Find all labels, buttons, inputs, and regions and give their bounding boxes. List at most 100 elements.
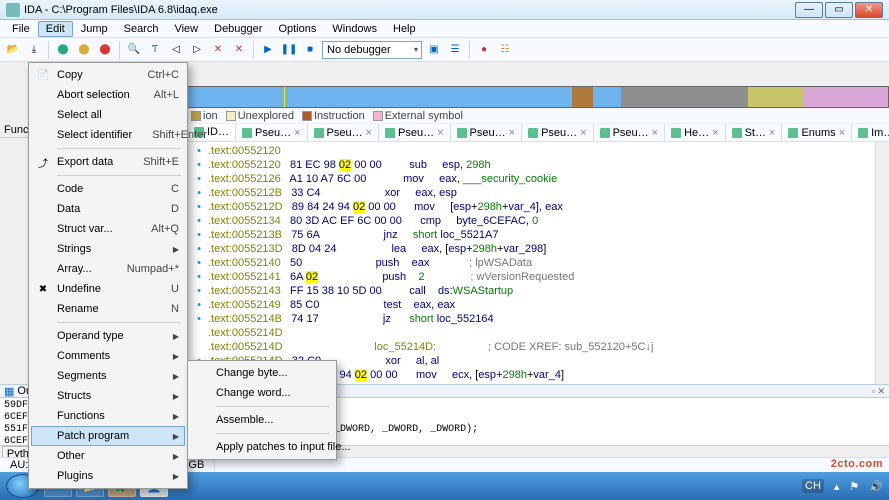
menu-debugger[interactable]: Debugger [206, 21, 270, 37]
output-close-icon[interactable]: ▫ ✕ [872, 386, 885, 397]
tab-9[interactable]: Enums× [782, 124, 852, 142]
edit-menu-export-data[interactable]: ⤴Export dataShift+E [31, 152, 185, 172]
zoom-icon[interactable]: 🔍 [125, 41, 143, 59]
tray-chevron-icon[interactable]: ▴ [834, 480, 840, 493]
pause-icon[interactable]: ❚❚ [280, 41, 298, 59]
disasm-line[interactable]: •.text:00552140 50 push eax ; lpWSAData [190, 256, 889, 270]
tab-close-icon[interactable]: × [366, 127, 372, 139]
menu-view[interactable]: View [166, 21, 206, 37]
disasm-line[interactable]: •.text:00552134 80 3D AC EF 6C 00 00 cmp… [190, 214, 889, 228]
run-icon[interactable]: ⬤ [54, 41, 72, 59]
patch-program-submenu: Change byte...Change word... Assemble... A… [187, 360, 337, 460]
save-icon[interactable]: ⤓ [25, 41, 43, 59]
tab-1[interactable]: Pseu…× [236, 124, 308, 142]
disasm-line[interactable]: •.text:0055212D 89 84 24 94 02 00 00 mov… [190, 200, 889, 214]
edit-menu-other[interactable]: Other▶ [31, 446, 185, 466]
menu-edit[interactable]: Edit [38, 21, 73, 37]
tab-close-icon[interactable]: × [509, 127, 515, 139]
tray-flag-icon[interactable]: ⚑ [849, 480, 859, 493]
disasm-line[interactable]: •.text:0055213B 75 6A jnz short loc_5521… [190, 228, 889, 242]
text-icon[interactable]: Ƭ [146, 41, 164, 59]
menu-help[interactable]: Help [385, 21, 424, 37]
edit-menu-abort-selection[interactable]: Abort selectionAlt+L [31, 85, 185, 105]
disasm-line[interactable]: •.text:0055213D 8D 04 24 lea eax, [esp+2… [190, 242, 889, 256]
nav-band[interactable] [185, 86, 889, 108]
thread-icon[interactable]: ☰ [446, 41, 464, 59]
disasm-line[interactable]: •.text:00552143 FF 15 38 10 5D 00 call d… [190, 284, 889, 298]
disasm-line[interactable]: •.text:00552126 A1 10 A7 6C 00 mov eax, … [190, 172, 889, 186]
edit-menu-functions[interactable]: Functions▶ [31, 406, 185, 426]
edit-menu-struct-var-[interactable]: Struct var...Alt+Q [31, 219, 185, 239]
edit-menu-segments[interactable]: Segments▶ [31, 366, 185, 386]
disasm-line[interactable]: .text:0055214D loc_55214D: ; CODE XREF: … [190, 340, 889, 354]
menu-options[interactable]: Options [270, 21, 324, 37]
tab-icon [457, 128, 467, 138]
xref-icon[interactable]: ✕ [209, 41, 227, 59]
system-tray[interactable]: CH ▴ ⚑ 🔊 [802, 479, 883, 493]
chevron-right-icon: ▶ [173, 245, 179, 254]
edit-menu-code[interactable]: CodeC [31, 179, 185, 199]
patch-change-byte-[interactable]: Change byte... [190, 363, 334, 383]
tab-close-icon[interactable]: × [294, 127, 300, 139]
edit-menu-patch-program[interactable]: Patch program▶ [31, 426, 185, 446]
tab-close-icon[interactable]: × [652, 127, 658, 139]
bp-list-icon[interactable]: ☷ [496, 41, 514, 59]
tab-close-icon[interactable]: × [580, 127, 586, 139]
tab-2[interactable]: Pseu…× [308, 124, 380, 142]
disasm-line[interactable]: •.text:00552149 85 C0 test eax, eax [190, 298, 889, 312]
module-icon[interactable]: ▣ [425, 41, 443, 59]
stop-indicator-icon[interactable]: ⬤ [96, 41, 114, 59]
tab-10[interactable]: Im…× [852, 124, 889, 142]
pause-indicator-icon[interactable]: ⬤ [75, 41, 93, 59]
tray-sound-icon[interactable]: 🔊 [869, 480, 883, 493]
nav-fwd-icon[interactable]: ▷ [188, 41, 206, 59]
minimize-button[interactable]: — [795, 2, 823, 18]
edit-menu-array-[interactable]: Array...Numpad+* [31, 259, 185, 279]
disasm-line[interactable]: •.text:00552120 [190, 144, 889, 158]
menu-file[interactable]: File [4, 21, 38, 37]
edit-menu-select-all[interactable]: Select all [31, 105, 185, 125]
debugger-select[interactable]: No debugger [322, 41, 422, 59]
close-button[interactable]: ✕ [855, 2, 883, 18]
patch-assemble-[interactable]: Assemble... [190, 410, 334, 430]
play-icon[interactable]: ▶ [259, 41, 277, 59]
menu-jump[interactable]: Jump [73, 21, 116, 37]
tray-ime[interactable]: CH [802, 479, 824, 493]
menu-search[interactable]: Search [116, 21, 167, 37]
tab-close-icon[interactable]: × [712, 127, 718, 139]
scrollbar-vertical[interactable] [875, 142, 889, 408]
edit-menu-undefine[interactable]: ✖UndefineU [31, 279, 185, 299]
stop-icon[interactable]: ■ [301, 41, 319, 59]
bp-icon[interactable]: ● [475, 41, 493, 59]
edit-menu-select-identifier[interactable]: Select identifierShift+Enter [31, 125, 185, 145]
maximize-button[interactable]: ▭ [825, 2, 853, 18]
edit-menu-strings[interactable]: Strings▶ [31, 239, 185, 259]
disasm-line[interactable]: .text:0055214D [190, 326, 889, 340]
disasm-line[interactable]: •.text:0055214B 74 17 jz short loc_55216… [190, 312, 889, 326]
edit-menu-operand-type[interactable]: Operand type▶ [31, 326, 185, 346]
edit-menu-structs[interactable]: Structs▶ [31, 386, 185, 406]
edit-menu-copy[interactable]: 📄CopyCtrl+C [31, 65, 185, 85]
edit-menu-rename[interactable]: RenameN [31, 299, 185, 319]
menu-windows[interactable]: Windows [324, 21, 385, 37]
disasm-line[interactable]: •.text:00552120 81 EC 98 02 00 00 sub es… [190, 158, 889, 172]
nav-back-icon[interactable]: ◁ [167, 41, 185, 59]
tab-8[interactable]: St…× [726, 124, 783, 142]
tab-3[interactable]: Pseu…× [379, 124, 451, 142]
tab-6[interactable]: Pseu…× [594, 124, 666, 142]
edit-menu-data[interactable]: DataD [31, 199, 185, 219]
tab-close-icon[interactable]: × [769, 127, 775, 139]
open-icon[interactable]: 📂 [4, 41, 22, 59]
tab-4[interactable]: Pseu…× [451, 124, 523, 142]
graph-icon[interactable]: ✕ [230, 41, 248, 59]
tab-7[interactable]: He…× [665, 124, 726, 142]
disasm-line[interactable]: •.text:0055212B 33 C4 xor eax, esp [190, 186, 889, 200]
edit-menu-comments[interactable]: Comments▶ [31, 346, 185, 366]
tab-close-icon[interactable]: × [839, 127, 845, 139]
tab-close-icon[interactable]: × [437, 127, 443, 139]
patch-apply-patches-to-input-file-[interactable]: Apply patches to input file... [190, 437, 334, 457]
patch-change-word-[interactable]: Change word... [190, 383, 334, 403]
edit-menu-plugins[interactable]: Plugins▶ [31, 466, 185, 486]
tab-5[interactable]: Pseu…× [522, 124, 594, 142]
disasm-line[interactable]: •.text:00552141 6A 02 push 2 ; wVersionR… [190, 270, 889, 284]
